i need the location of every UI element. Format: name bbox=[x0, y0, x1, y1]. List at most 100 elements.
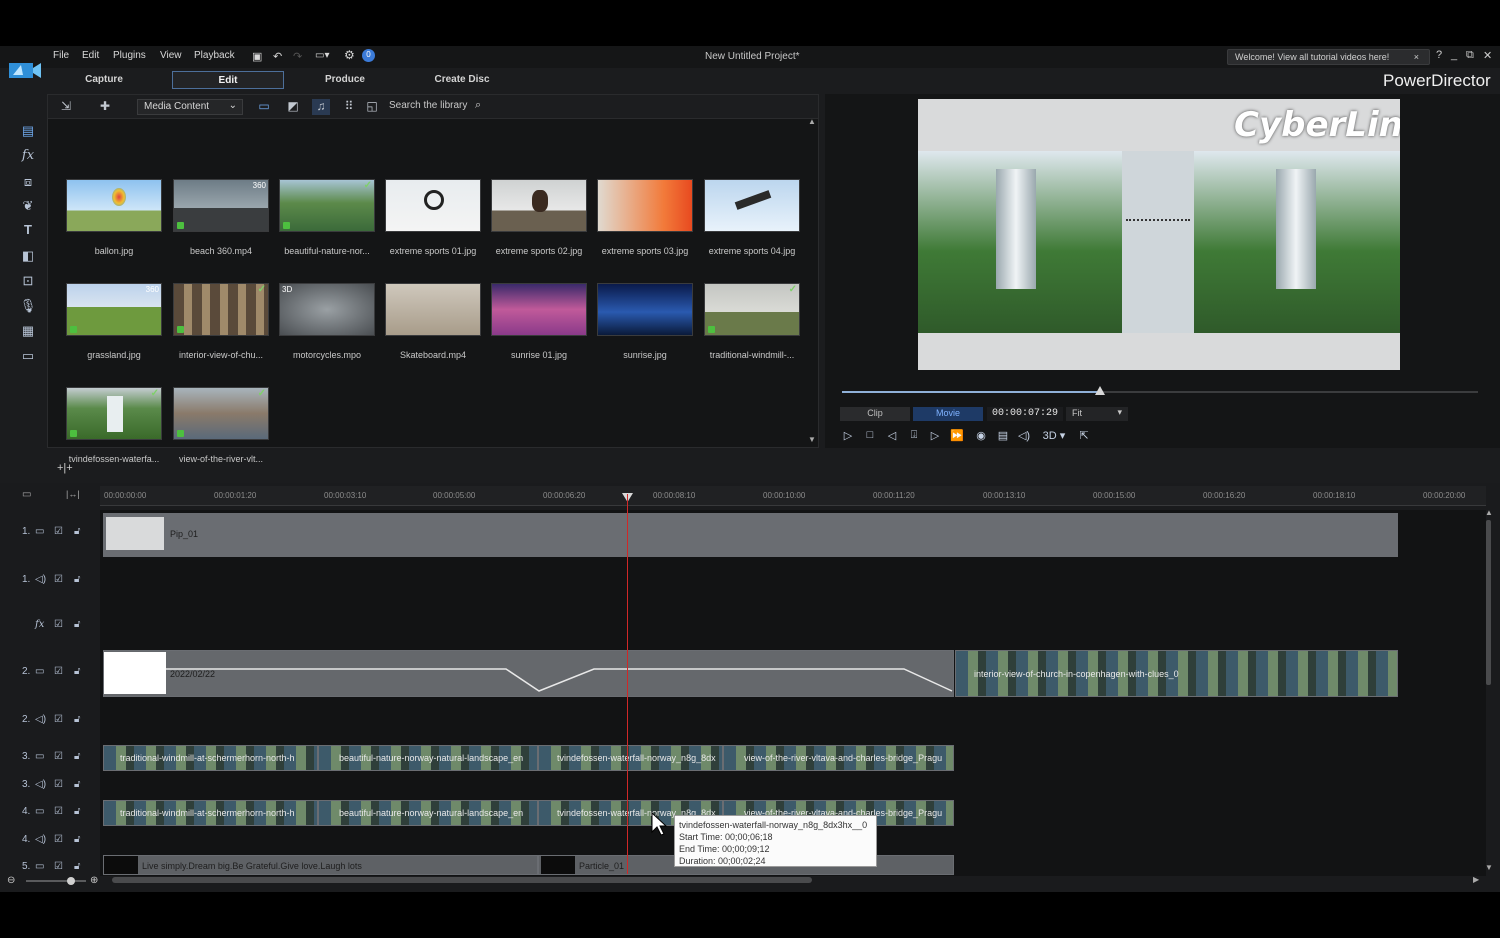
lock-icon[interactable]: 🔓︎ bbox=[74, 619, 80, 630]
media-content-dropdown[interactable]: Media Content ⌄ bbox=[137, 99, 243, 115]
title-room-icon[interactable]: T bbox=[19, 222, 37, 240]
menu-view[interactable]: View bbox=[160, 50, 182, 61]
fast-forward-icon[interactable]: ⏩ bbox=[949, 429, 965, 443]
thumb-interior-church[interactable]: ✓ bbox=[173, 283, 269, 336]
grid-view-icon[interactable]: ⠿ bbox=[340, 99, 358, 115]
thumb-traditional-windmill[interactable]: ✓ bbox=[704, 283, 800, 336]
lock-icon[interactable]: 🔓︎ bbox=[74, 806, 80, 817]
track-enable-checkbox[interactable]: ☑ bbox=[54, 751, 63, 762]
thumb-extreme-01[interactable] bbox=[385, 179, 481, 232]
thumb-extreme-03[interactable] bbox=[597, 179, 693, 232]
clip-mode-button[interactable]: Clip bbox=[840, 407, 910, 421]
lock-icon[interactable]: 🔓︎ bbox=[74, 779, 80, 790]
lock-icon[interactable]: 🔓︎ bbox=[74, 666, 80, 677]
timecode-display[interactable]: 00:00:07:29 bbox=[987, 407, 1063, 421]
preview-seekbar[interactable] bbox=[842, 391, 1478, 393]
thumb-view-of-river[interactable]: ✓ bbox=[173, 387, 269, 440]
track-enable-checkbox[interactable]: ☑ bbox=[54, 714, 63, 725]
lock-icon[interactable]: 🔓︎ bbox=[74, 574, 80, 585]
settings-gear-icon[interactable]: ⚙ bbox=[344, 48, 355, 62]
thumb-tvindefossen[interactable]: ✓ bbox=[66, 387, 162, 440]
subtitle-display-icon[interactable]: ▤ bbox=[995, 429, 1011, 443]
zoom-slider[interactable] bbox=[26, 880, 86, 882]
zoom-in-icon[interactable]: ⊕ bbox=[90, 875, 98, 886]
fx-room-icon[interactable]: fx bbox=[19, 148, 37, 166]
windmill-clip-t4[interactable]: traditional-windmill-at-schermerhorn-nor… bbox=[103, 800, 318, 826]
library-search-input[interactable]: Search the library ⌕ bbox=[385, 99, 495, 115]
track-enable-checkbox[interactable]: ☑ bbox=[54, 834, 63, 845]
minimize-icon[interactable]: _ bbox=[1451, 49, 1457, 61]
restore-icon[interactable]: ⧉ bbox=[1466, 49, 1474, 62]
window-close-icon[interactable]: ✕ bbox=[1483, 49, 1492, 62]
track-enable-checkbox[interactable]: ☑ bbox=[54, 806, 63, 817]
scroll-right-icon[interactable]: ▶ bbox=[1473, 875, 1479, 884]
menu-file[interactable]: File bbox=[53, 50, 69, 61]
thumb-beautiful-nature[interactable]: ✓ bbox=[279, 179, 375, 232]
3d-mode-button[interactable]: 3D ▾ bbox=[1040, 429, 1068, 443]
timeline-zoom-icon[interactable]: |↔| bbox=[66, 489, 80, 499]
audio-mixing-icon[interactable]: ⊡ bbox=[19, 273, 37, 291]
track-enable-checkbox[interactable]: ☑ bbox=[54, 574, 63, 585]
track-enable-checkbox[interactable]: ☑ bbox=[54, 619, 63, 630]
waterfall-clip-t3[interactable]: tvindefossen-waterfall-norway_n8g_8dx bbox=[538, 745, 723, 771]
subtitle-room-icon[interactable]: ▭ bbox=[19, 348, 37, 366]
lock-icon[interactable]: 🔓︎ bbox=[74, 714, 80, 725]
lock-icon[interactable]: 🔓︎ bbox=[74, 834, 80, 845]
timeline-scroll-down-icon[interactable]: ▼ bbox=[1485, 863, 1493, 872]
pip-room-icon[interactable]: ⧈ bbox=[19, 174, 37, 192]
thumb-grassland[interactable]: 360 bbox=[66, 283, 162, 336]
tab-edit[interactable]: Edit bbox=[172, 71, 284, 89]
movie-mode-button[interactable]: Movie bbox=[913, 407, 983, 421]
audio-filter-icon[interactable]: ♫ bbox=[312, 99, 330, 115]
chapter-room-icon[interactable]: ▦ bbox=[19, 323, 37, 341]
tab-create-disc[interactable]: Create Disc bbox=[422, 71, 502, 89]
particle-room-icon[interactable]: ❦ bbox=[19, 198, 37, 216]
plugin-puzzle-icon[interactable]: ✚ bbox=[96, 99, 114, 115]
video-filter-icon[interactable]: ▭ bbox=[255, 99, 273, 115]
import-media-icon[interactable]: ⇲ bbox=[57, 99, 75, 115]
image-filter-icon[interactable]: ◩ bbox=[284, 99, 302, 115]
layout-icon[interactable]: ▭▾ bbox=[315, 50, 329, 61]
help-icon[interactable]: ? bbox=[1436, 49, 1442, 61]
search-icon[interactable]: ⌕ bbox=[475, 99, 481, 112]
scroll-up-icon[interactable]: ▲ bbox=[808, 117, 816, 126]
split-icon[interactable]: ⍗ bbox=[906, 429, 922, 443]
zoom-slider-handle[interactable] bbox=[67, 877, 75, 885]
voiceover-mic-icon[interactable]: 🎙 bbox=[19, 298, 37, 316]
thumb-extreme-02[interactable] bbox=[491, 179, 587, 232]
nature-clip-t4[interactable]: beautiful-nature-norway-natural-landscap… bbox=[318, 800, 538, 826]
notification-icon[interactable]: 0 bbox=[362, 49, 375, 62]
menu-edit[interactable]: Edit bbox=[82, 50, 99, 61]
zoom-out-icon[interactable]: ⊖ bbox=[7, 875, 15, 886]
thumb-ballon[interactable] bbox=[66, 179, 162, 232]
timeline-scrollbar[interactable] bbox=[112, 877, 812, 883]
thumb-sunrise-01[interactable] bbox=[491, 283, 587, 336]
fit-dropdown[interactable]: Fit ▾ bbox=[1066, 407, 1128, 421]
transition-room-icon[interactable]: ◧ bbox=[19, 248, 37, 266]
undock-icon[interactable]: ⇱ bbox=[1076, 429, 1092, 443]
close-icon[interactable]: × bbox=[1414, 52, 1419, 62]
welcome-banner[interactable]: Welcome! View all tutorial videos here! × bbox=[1227, 49, 1430, 65]
timeline-scroll-up-icon[interactable]: ▲ bbox=[1485, 508, 1493, 517]
tab-produce[interactable]: Produce bbox=[307, 71, 383, 89]
save-icon[interactable]: ▣ bbox=[252, 50, 262, 63]
track-enable-checkbox[interactable]: ☑ bbox=[54, 861, 63, 872]
previous-frame-icon[interactable]: ◁ bbox=[884, 429, 900, 443]
interior-church-clip[interactable]: interior-view-of-church-in-copenhagen-wi… bbox=[955, 650, 1398, 697]
track-manager-icon[interactable]: ▭ bbox=[22, 489, 31, 500]
thumb-extreme-04[interactable] bbox=[704, 179, 800, 232]
redo-icon[interactable]: ↷ bbox=[293, 50, 302, 63]
river-clip-t3[interactable]: view-of-the-river-vltava-and-charles-bri… bbox=[723, 745, 954, 771]
track-enable-checkbox[interactable]: ☑ bbox=[54, 666, 63, 677]
volume-icon[interactable]: ◁) bbox=[1016, 429, 1032, 443]
thumb-sunrise[interactable] bbox=[597, 283, 693, 336]
fit-timeline-icon[interactable]: +|+ bbox=[57, 462, 73, 474]
nature-clip-t3[interactable]: beautiful-nature-norway-natural-landscap… bbox=[318, 745, 538, 771]
scroll-down-icon[interactable]: ▼ bbox=[808, 435, 816, 444]
thumb-skateboard[interactable] bbox=[385, 283, 481, 336]
timeline-vscrollbar[interactable] bbox=[1486, 520, 1491, 685]
track-enable-checkbox[interactable]: ☑ bbox=[54, 779, 63, 790]
title-clip[interactable]: 2022/02/22 bbox=[103, 650, 954, 697]
play-icon[interactable]: ▷ bbox=[840, 429, 856, 443]
undo-icon[interactable]: ↶ bbox=[273, 50, 282, 63]
